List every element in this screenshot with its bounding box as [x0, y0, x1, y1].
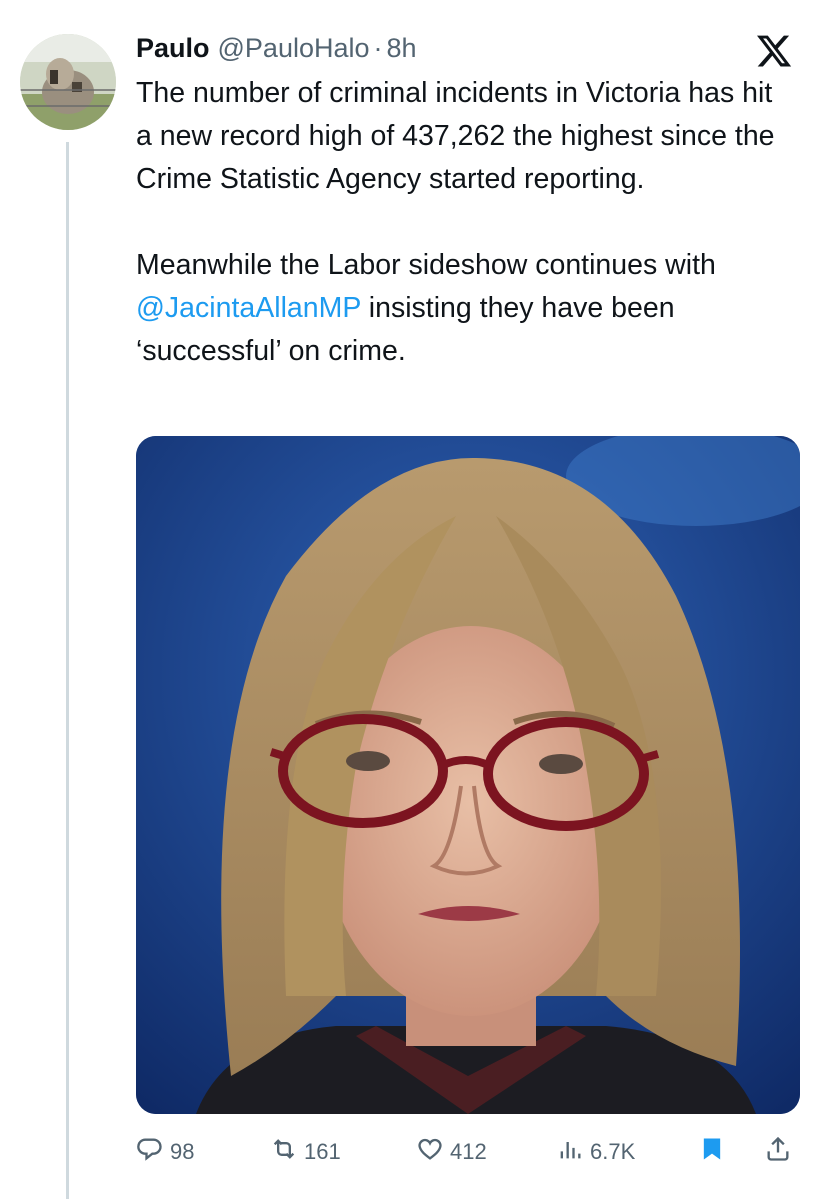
repost-icon	[270, 1135, 298, 1169]
views-count: 6.7K	[590, 1139, 636, 1164]
tweet-paragraph-1: The number of criminal incidents in Vict…	[136, 77, 775, 195]
like-count: 412	[450, 1139, 487, 1164]
repost-button[interactable]: 161	[270, 1132, 341, 1172]
share-icon	[764, 1135, 792, 1169]
mention-link[interactable]: @JacintaAllanMP	[136, 292, 361, 324]
author-name[interactable]: Paulo	[136, 33, 210, 64]
tweet-text: The number of criminal incidents in Vict…	[136, 72, 796, 373]
tweet-timestamp[interactable]: 8h	[387, 33, 417, 64]
thread-line	[66, 142, 69, 1199]
tweet-paragraph-2: Meanwhile the Labor sideshow continues w…	[136, 244, 796, 373]
repost-count: 161	[304, 1139, 341, 1164]
author-handle[interactable]: @PauloHalo	[218, 33, 370, 64]
avatar-image	[20, 34, 116, 130]
bookmark-icon	[698, 1135, 726, 1169]
reply-button[interactable]: 98	[136, 1132, 194, 1172]
separator-dot: ·	[373, 32, 383, 63]
views-icon	[556, 1135, 584, 1169]
reply-icon	[136, 1135, 164, 1169]
bookmark-button[interactable]	[698, 1132, 726, 1172]
tweet-media-photo[interactable]	[136, 436, 800, 1114]
portrait-image	[136, 436, 800, 1114]
reply-count: 98	[170, 1139, 195, 1164]
share-button[interactable]	[764, 1132, 792, 1172]
tweet-actions-bar: 98 161 412 6.7K	[136, 1132, 800, 1172]
like-button[interactable]: 412	[416, 1132, 487, 1172]
heart-icon	[416, 1135, 444, 1169]
views-button[interactable]: 6.7K	[556, 1132, 635, 1172]
tweet-text-prefix: Meanwhile the Labor sideshow continues w…	[136, 249, 716, 281]
x-logo-icon	[755, 32, 793, 70]
author-avatar[interactable]	[20, 34, 116, 130]
tweet-header: Paulo @PauloHalo · 8h	[136, 28, 799, 68]
